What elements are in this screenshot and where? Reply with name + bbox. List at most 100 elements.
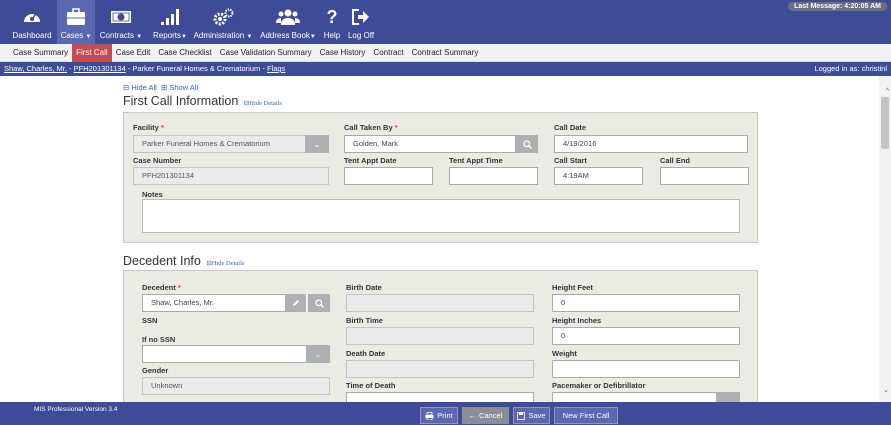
chevron-down-icon: ⌄ [314, 349, 322, 359]
tent-appt-time-field[interactable] [449, 167, 538, 185]
nav-administration[interactable]: Administration ▼ [192, 0, 254, 44]
height-inches-field[interactable]: 0 [552, 327, 740, 345]
case-breadcrumb: Shaw, Charles, Mr. - PFH201301134 - Park… [0, 62, 891, 76]
death-date-field [346, 360, 534, 378]
decedent-info-title: Decedent Info ⊟Hide Details [123, 254, 245, 268]
gears-icon [212, 6, 234, 28]
nav-log-off-label: Log Off [347, 31, 375, 40]
tab-case-validation-summary[interactable]: Case Validation Summary [216, 44, 316, 62]
search-icon [522, 139, 532, 149]
briefcase-icon [66, 6, 86, 28]
decedent-label: Decedent * [142, 283, 181, 292]
facility-dropdown-button[interactable]: ⌄ [305, 135, 329, 153]
weight-label: Weight [552, 349, 577, 358]
if-no-ssn-dropdown-button[interactable]: ⌄ [306, 345, 330, 363]
call-end-field[interactable] [660, 167, 749, 185]
version-label: MIS Professional Version 3.4 [34, 406, 118, 413]
death-date-label: Death Date [346, 349, 386, 358]
tab-case-history[interactable]: Case History [316, 44, 370, 62]
pacemaker-select[interactable] [552, 392, 718, 402]
call-taken-by-field[interactable]: Golden, Mark [344, 135, 516, 153]
first-call-title: First Call Information ⊟Hide Details [123, 94, 282, 108]
decedent-search-button[interactable] [308, 294, 330, 312]
decedent-hide-details[interactable]: ⊟Hide Details [206, 260, 244, 267]
decedent-info-panel: Decedent * Shaw, Charles, Mr. Birth Date… [123, 270, 758, 402]
decedent-edit-button[interactable] [285, 294, 307, 312]
dashboard-icon [22, 6, 42, 28]
if-no-ssn-label: If no SSN [142, 335, 176, 344]
nav-dashboard[interactable]: Dashboard [9, 0, 55, 44]
nav-dashboard-label: Dashboard [12, 31, 52, 40]
call-start-label: Call Start [554, 156, 587, 165]
nav-help[interactable]: ? Help [322, 0, 342, 44]
if-no-ssn-select[interactable] [142, 345, 308, 363]
bar-chart-icon [160, 6, 180, 28]
money-icon [110, 6, 132, 28]
cancel-button[interactable]: ← Cancel [462, 407, 509, 424]
nav-reports-label: Reports [153, 31, 182, 40]
gender-label: Gender [142, 366, 169, 375]
logged-in-user: Logged in as: christinl [814, 64, 887, 73]
weight-field[interactable] [552, 360, 740, 378]
section-toggles: ⊟ Hide All ⊞ Show All [123, 83, 198, 92]
nav-address-book[interactable]: Address Book▼ [257, 0, 319, 44]
printer-icon [425, 411, 434, 420]
notes-textarea[interactable] [142, 199, 740, 233]
nav-cases[interactable]: Cases ▼ [57, 0, 95, 44]
nav-address-book-label: Address Book [260, 31, 310, 40]
call-start-field[interactable]: 4:19AM [554, 167, 643, 185]
call-date-field[interactable]: 4/19/2016 [554, 135, 748, 153]
facility-label: Facility * [133, 123, 164, 132]
tab-first-call[interactable]: First Call [72, 43, 112, 62]
tent-appt-date-field[interactable] [344, 167, 433, 185]
arrow-left-icon: ← [468, 411, 477, 420]
time-of-death-field[interactable] [346, 392, 534, 402]
tab-contract-summary[interactable]: Contract Summary [408, 44, 483, 62]
time-of-death-label: Time of Death [346, 381, 396, 390]
last-message-badge: Last Message: 4:20:05 AM [788, 2, 887, 11]
call-end-label: Call End [660, 156, 691, 165]
print-button[interactable]: Print [420, 407, 458, 424]
call-taken-by-label: Call Taken By * [344, 123, 398, 132]
users-icon [276, 6, 300, 28]
decedent-field[interactable]: Shaw, Charles, Mr. [142, 294, 286, 312]
case-number-field: PFH201301134 [133, 167, 329, 185]
show-all-link[interactable]: ⊞ Show All [161, 83, 198, 92]
nav-reports[interactable]: Reports▼ [149, 0, 191, 44]
chevron-down-icon: ⌄ [313, 139, 321, 149]
tab-case-checklist[interactable]: Case Checklist [154, 44, 215, 62]
breadcrumb-person-link[interactable]: Shaw, Charles, Mr. [4, 64, 67, 73]
nav-contracts[interactable]: Contracts ▼ [97, 0, 145, 44]
pacemaker-label: Pacemaker or Defibrillator [552, 381, 646, 390]
case-number-label: Case Number [133, 156, 182, 165]
footer-bar: MIS Professional Version 3.4 Print ← Canc… [0, 402, 891, 425]
nav-log-off[interactable]: Log Off [345, 0, 377, 44]
call-taken-by-search-button[interactable] [516, 135, 538, 153]
call-date-label: Call Date [554, 123, 587, 132]
new-first-call-button[interactable]: New First Call [554, 407, 618, 424]
scrollbar-thumb[interactable] [881, 97, 889, 149]
save-button[interactable]: Save [513, 407, 550, 424]
scroll-down-arrow[interactable]: ⌄ [883, 386, 889, 394]
tab-case-summary[interactable]: Case Summary [9, 44, 72, 62]
notes-label: Notes [142, 190, 163, 199]
height-feet-field[interactable]: 0 [552, 294, 740, 312]
ssn-label: SSN [142, 316, 158, 325]
breadcrumb-flags-link[interactable]: Flags [267, 64, 285, 73]
first-call-hide-details[interactable]: ⊟Hide Details [244, 100, 282, 107]
birth-date-field [346, 294, 534, 312]
pacemaker-dropdown-button[interactable]: ⌄ [716, 392, 740, 402]
search-icon [314, 298, 324, 308]
top-navbar: Dashboard Cases ▼ Contracts ▼ Reports▼ A… [0, 0, 891, 44]
case-subtabs: Case Summary First Call Case Edit Case C… [0, 43, 891, 62]
breadcrumb-case-number-link[interactable]: PFH201301134 [74, 64, 126, 73]
pencil-icon [292, 300, 299, 306]
scroll-up-arrow[interactable]: ^ [886, 88, 889, 95]
tab-case-edit[interactable]: Case Edit [112, 44, 155, 62]
tab-contract[interactable]: Contract [369, 44, 407, 62]
question-icon: ? [326, 6, 338, 27]
facility-select[interactable]: Parker Funeral Homes & Crematorium [133, 135, 309, 153]
nav-cases-label: Cases [60, 31, 84, 40]
hide-all-link[interactable]: ⊟ Hide All [123, 83, 157, 92]
first-call-panel: Facility * Parker Funeral Homes & Cremat… [123, 112, 758, 243]
